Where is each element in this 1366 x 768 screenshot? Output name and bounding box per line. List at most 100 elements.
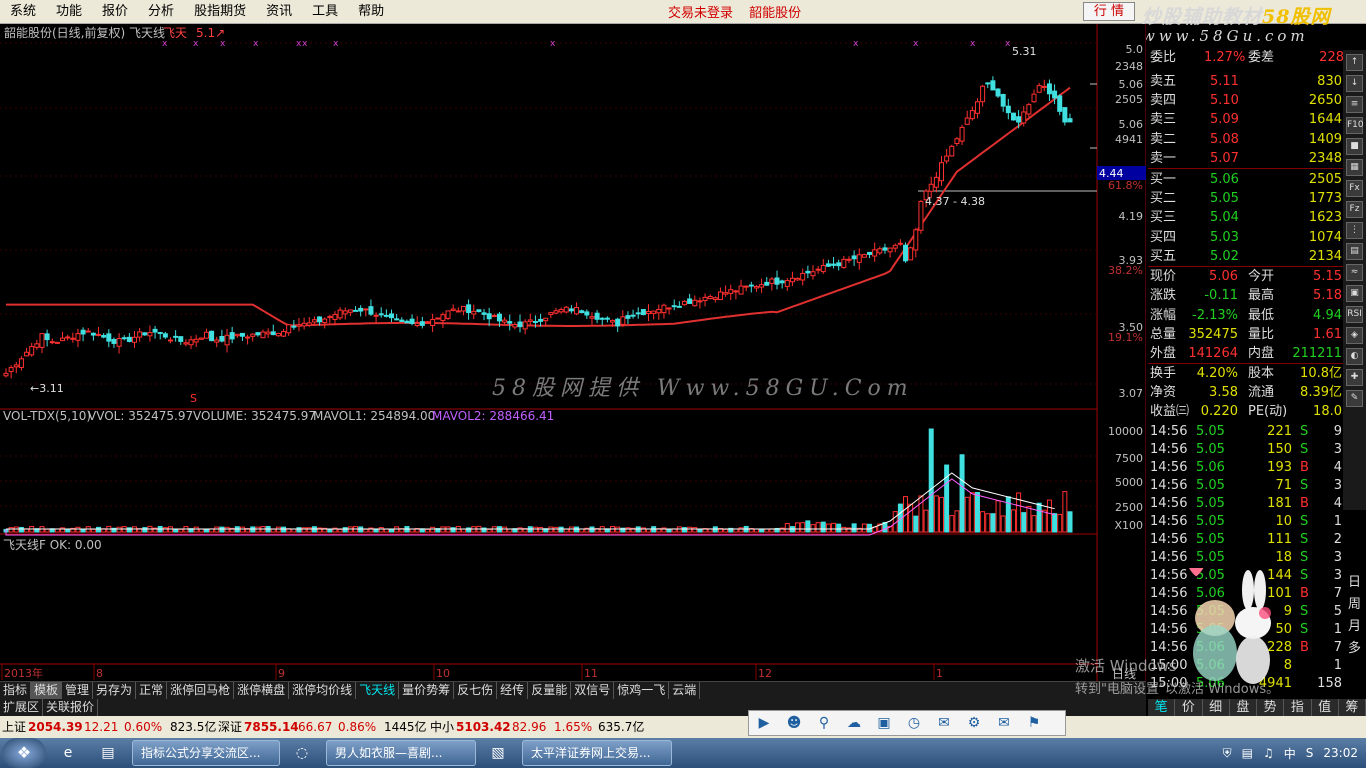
task-trading[interactable]: 太平洋证券网上交易...	[522, 740, 672, 766]
zx-index[interactable]: 5103.42	[456, 716, 511, 738]
tab-14[interactable]: 惊鸡一飞	[614, 682, 670, 699]
volume-bar	[687, 526, 693, 533]
detail-tab-4[interactable]: 势	[1257, 699, 1285, 716]
side-tool-8-icon[interactable]: ⋮	[1346, 222, 1363, 239]
menu-function[interactable]: 功能	[46, 0, 92, 24]
candle-body	[733, 290, 739, 293]
ime-s-icon[interactable]: S	[1306, 746, 1314, 760]
candle-body	[332, 314, 338, 320]
detail-tab-6[interactable]: 值	[1312, 699, 1339, 716]
detail-tab-1[interactable]: 价	[1175, 699, 1203, 716]
folder-icon[interactable]: ▤	[90, 740, 126, 766]
menu-analysis[interactable]: 分析	[138, 0, 184, 24]
flag-icon[interactable]: ⚑	[1021, 713, 1047, 733]
volume-bar	[923, 509, 929, 533]
side-tool-13-icon[interactable]: ◈	[1346, 327, 1363, 344]
clock[interactable]: 23:02	[1323, 746, 1358, 760]
clock-icon[interactable]: ◷	[901, 713, 927, 733]
candle-body	[938, 162, 944, 182]
tab-9[interactable]: 量价势筹	[399, 682, 455, 699]
volume-icon[interactable]: ♫	[1263, 746, 1274, 760]
quote-button[interactable]: 行 情	[1083, 2, 1135, 21]
candle-body	[70, 337, 76, 340]
stat-label: 最高	[1248, 288, 1275, 304]
kline-chart[interactable]: xxxxxxxxxxxx 韶能股份(日线,前复权) 飞天线 飞天 5.1↗ 5.…	[0, 24, 1146, 681]
cycle-week-tab[interactable]: 周	[1343, 594, 1366, 616]
search-icon[interactable]: ⚲	[811, 713, 837, 733]
tab-12[interactable]: 反量能	[528, 682, 572, 699]
side-tool-10-icon[interactable]: ≈	[1346, 264, 1363, 281]
volume-bar	[697, 528, 703, 533]
tab-13[interactable]: 双信号	[571, 682, 615, 699]
side-tool-3-icon[interactable]: F10	[1346, 117, 1364, 134]
candle-body	[779, 280, 785, 284]
menu-tools[interactable]: 工具	[302, 0, 348, 24]
start-button[interactable]: ❖	[2, 738, 46, 768]
sell-level-label: 卖四	[1150, 93, 1177, 109]
task-browser[interactable]: 指标公式分享交流区...	[132, 740, 280, 766]
candle-body	[615, 318, 621, 327]
tab-15[interactable]: 云端	[669, 682, 701, 699]
side-tool-0-icon[interactable]: ↑	[1346, 54, 1363, 71]
tab-11[interactable]: 经传	[497, 682, 529, 699]
detail-tab-0[interactable]: 笔	[1148, 699, 1176, 716]
side-tool-9-icon[interactable]: ▤	[1346, 243, 1363, 260]
tab-7[interactable]: 涨停均价线	[289, 682, 357, 699]
ime-label[interactable]: 中	[1284, 745, 1296, 762]
side-tool-6-icon[interactable]: Fx	[1346, 180, 1363, 197]
user-icon[interactable]: ☻	[781, 713, 807, 733]
tab-10[interactable]: 反七伤	[454, 682, 498, 699]
tab-2[interactable]: 管理	[62, 682, 94, 699]
side-tool-7-icon[interactable]: Fz	[1346, 201, 1363, 218]
tab-5[interactable]: 涨停回马枪	[167, 682, 235, 699]
menu-help[interactable]: 帮助	[348, 0, 394, 24]
tab-4[interactable]: 正常	[136, 682, 168, 699]
detail-tab-2[interactable]: 细	[1203, 699, 1230, 716]
tick-count: 1	[1333, 658, 1342, 673]
menu-quote[interactable]: 报价	[92, 0, 138, 24]
cycle-month-tab[interactable]: 月	[1343, 616, 1366, 638]
tab-6[interactable]: 涨停横盘	[234, 682, 290, 699]
shield-icon[interactable]: ⛨	[1223, 746, 1232, 761]
tab-extend[interactable]: 扩展区	[0, 699, 44, 716]
sz-index[interactable]: 7855.14	[244, 716, 299, 738]
cycle-day-tab[interactable]: 日	[1343, 572, 1366, 594]
side-tool-12-icon[interactable]: RSI	[1346, 306, 1363, 323]
tab-0[interactable]: 指标	[0, 682, 32, 699]
chat-icon[interactable]: ✉	[991, 713, 1017, 733]
sh-index[interactable]: 2054.39	[28, 716, 83, 738]
stat-value: 5.15	[1313, 269, 1342, 284]
back-circle-icon[interactable]: ◌	[284, 740, 320, 766]
tab-related-quote[interactable]: 关联报价	[43, 699, 99, 716]
task-player[interactable]: 男人如衣服—喜剧...	[326, 740, 476, 766]
play-icon[interactable]: ▶	[751, 713, 777, 733]
side-tool-11-icon[interactable]: ▣	[1346, 285, 1363, 302]
cloud-icon[interactable]: ☁	[841, 713, 867, 733]
window-icon[interactable]: ▣	[871, 713, 897, 733]
ie-icon[interactable]: e	[50, 740, 86, 766]
side-tool-14-icon[interactable]: ◐	[1346, 348, 1363, 365]
side-tool-2-icon[interactable]: ≡	[1346, 96, 1363, 113]
network-icon[interactable]: ▤	[1242, 746, 1253, 760]
trade-login-status[interactable]: 交易未登录	[668, 6, 733, 21]
side-tool-16-icon[interactable]: ✎	[1346, 390, 1363, 407]
cycle-more-tab[interactable]: 多	[1343, 638, 1366, 660]
tab-8[interactable]: 飞天线	[356, 682, 400, 699]
tool-icon[interactable]: ⚙	[961, 713, 987, 733]
detail-tab-3[interactable]: 盘	[1230, 699, 1257, 716]
side-tool-1-icon[interactable]: ↓	[1346, 75, 1363, 92]
side-tool-5-icon[interactable]: ▦	[1346, 159, 1363, 176]
menu-system[interactable]: 系统	[0, 0, 46, 24]
app-icon[interactable]: ▧	[480, 740, 516, 766]
sell-volume: 2650	[1308, 93, 1342, 109]
tab-1[interactable]: 模板	[31, 682, 63, 699]
detail-tab-5[interactable]: 指	[1284, 699, 1312, 716]
mail-icon[interactable]: ✉	[931, 713, 957, 733]
menu-futures[interactable]: 股指期货	[184, 0, 256, 24]
tab-3[interactable]: 另存为	[93, 682, 137, 699]
menu-info[interactable]: 资讯	[256, 0, 302, 24]
side-tool-4-icon[interactable]: ■	[1346, 138, 1363, 155]
detail-tab-7[interactable]: 筹	[1339, 699, 1366, 716]
side-tool-15-icon[interactable]: ✚	[1346, 369, 1363, 386]
indicator-tag: 飞天	[163, 26, 187, 40]
